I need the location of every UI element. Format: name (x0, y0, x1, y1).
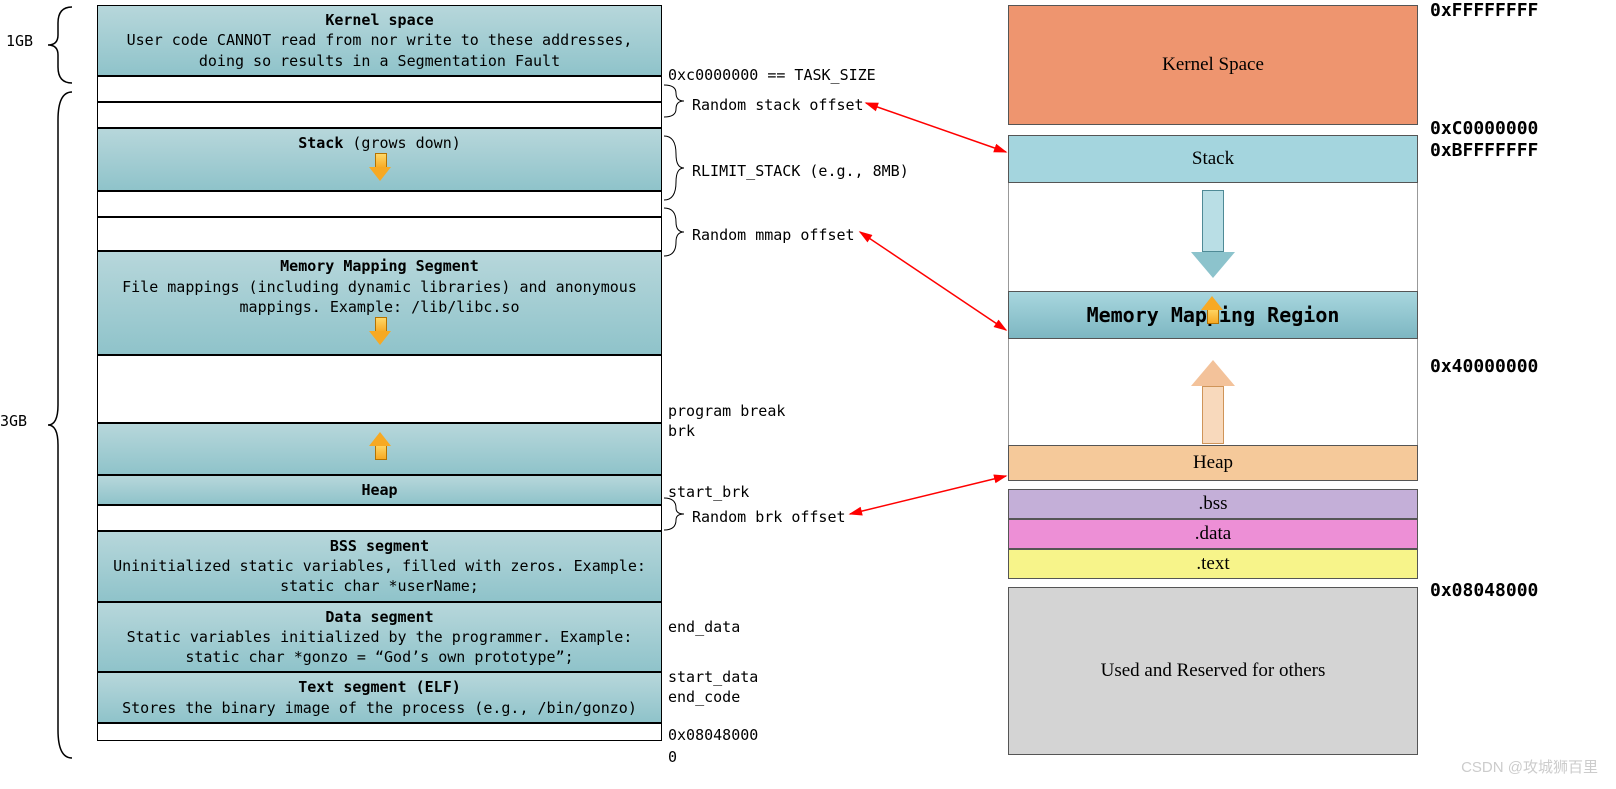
data-title: Data segment (104, 607, 655, 627)
label-brk: brk (668, 422, 695, 440)
stack-title: Stack (298, 134, 343, 152)
text-desc: Stores the binary image of the process (… (104, 698, 655, 718)
watermark: CSDN @攻城狮百里 (1461, 756, 1598, 777)
gap-spacer-2 (97, 191, 662, 217)
label-start-brk: start_brk (668, 483, 749, 501)
seg-heap: Heap (97, 475, 662, 505)
mmap-title: Memory Mapping Segment (104, 256, 655, 276)
label-addr-text: 0x08048000 (668, 726, 758, 744)
gap-stack-offset (97, 76, 662, 102)
seg-data: Data segment Static variables initialize… (97, 602, 662, 673)
gap-mmap-offset (97, 217, 662, 251)
seg-stack: Stack (grows down) (97, 128, 662, 192)
gap-spacer-3 (97, 355, 662, 423)
bss-title: BSS segment (104, 536, 655, 556)
label-start-data: start_data (668, 668, 758, 686)
arrow-up-icon (369, 432, 391, 460)
gap-spacer-1 (97, 102, 662, 128)
mmap-desc: File mappings (including dynamic librari… (104, 277, 655, 318)
seg-kernel: Kernel space User code CANNOT read from … (97, 5, 662, 76)
addr-ff: 0xFFFFFFFF (1430, 0, 1538, 21)
arrow-down-icon (369, 317, 391, 345)
left-memory-layout: Kernel space User code CANNOT read from … (97, 5, 662, 741)
label-rand-mmap: Random mmap offset (692, 226, 855, 244)
rseg-stack: Stack (1008, 135, 1418, 183)
kernel-desc: User code CANNOT read from nor write to … (104, 30, 655, 71)
addr-base: 0x08048000 (1430, 580, 1538, 601)
heap-title: Heap (361, 481, 397, 499)
arrow-down-icon (369, 153, 391, 181)
rseg-heap: Heap (1008, 445, 1418, 481)
rseg-bss: .bss (1008, 489, 1418, 519)
label-rlimit: RLIMIT_STACK (e.g., 8MB) (692, 162, 909, 180)
r-kernel: Kernel Space (1162, 54, 1264, 76)
text-title: Text segment (ELF) (104, 677, 655, 697)
label-prog-break: program break (668, 402, 785, 420)
addr-c0: 0xC0000000 (1430, 118, 1538, 139)
label-1gb: 1GB (6, 32, 33, 50)
kernel-title: Kernel space (104, 10, 655, 30)
bss-desc: Uninitialized static variables, filled w… (104, 556, 655, 597)
r-reserved: Used and Reserved for others (1101, 660, 1326, 682)
rseg-data: .data (1008, 519, 1418, 549)
label-zero: 0 (668, 748, 677, 766)
label-end-code: end_code (668, 688, 740, 706)
r-stack: Stack (1192, 148, 1234, 170)
big-arrow-down-icon (1191, 190, 1235, 280)
r-data: .data (1195, 523, 1231, 545)
seg-heap-top (97, 423, 662, 474)
r-heap: Heap (1193, 452, 1233, 474)
addr-40: 0x40000000 (1430, 356, 1538, 377)
label-rand-stack: Random stack offset (692, 96, 864, 114)
rseg-text: .text (1008, 549, 1418, 579)
r-bss: .bss (1198, 493, 1227, 515)
r-text: .text (1196, 553, 1229, 575)
seg-text: Text segment (ELF) Stores the binary ima… (97, 672, 662, 723)
arrow-up-small-icon (1201, 296, 1223, 328)
gap-bottom (97, 723, 662, 741)
stack-suffix: (grows down) (343, 134, 460, 152)
rseg-reserved: Used and Reserved for others (1008, 587, 1418, 755)
label-3gb: 3GB (0, 412, 27, 430)
seg-bss: BSS segment Uninitialized static variabl… (97, 531, 662, 602)
data-desc: Static variables initialized by the prog… (104, 627, 655, 668)
addr-bf: 0xBFFFFFFF (1430, 140, 1538, 161)
label-rand-brk: Random brk offset (692, 508, 846, 526)
big-arrow-up-icon (1191, 360, 1235, 446)
label-task-size: 0xc0000000 == TASK_SIZE (668, 66, 876, 84)
gap-brk-offset (97, 505, 662, 531)
rseg-kernel: Kernel Space (1008, 5, 1418, 125)
label-end-data: end_data (668, 618, 740, 636)
seg-mmap: Memory Mapping Segment File mappings (in… (97, 251, 662, 355)
